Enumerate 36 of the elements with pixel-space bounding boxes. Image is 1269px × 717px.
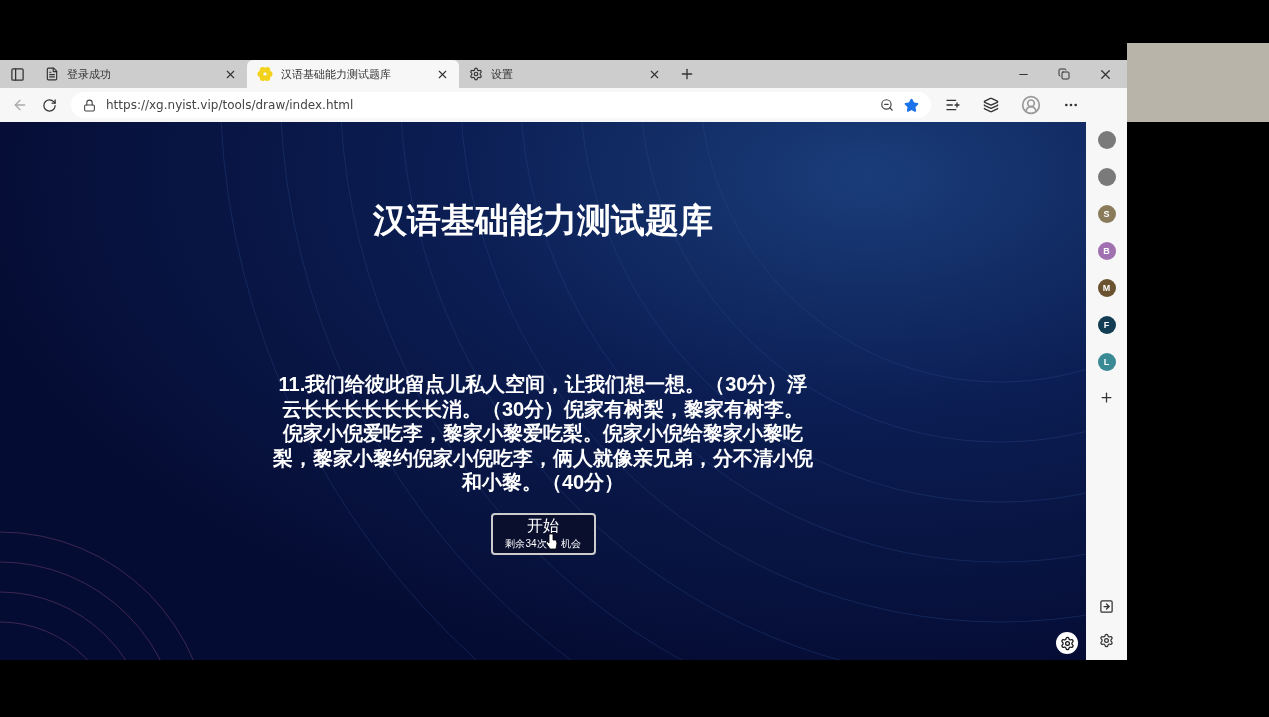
hand-cursor-icon bbox=[544, 532, 558, 550]
profile-icon[interactable] bbox=[1021, 95, 1041, 115]
sidebar-app-avatar[interactable]: B bbox=[1097, 242, 1116, 260]
settings-button[interactable] bbox=[1056, 632, 1078, 654]
settings-icon bbox=[469, 67, 483, 81]
zoom-out-icon[interactable] bbox=[880, 98, 894, 112]
page-title: 汉语基础能力测试题库 bbox=[373, 200, 713, 241]
url-text: https://xg.nyist.vip/tools/draw/index.html bbox=[106, 98, 355, 112]
restore-icon[interactable] bbox=[1058, 68, 1070, 80]
sidebar-app-avatar[interactable]: S bbox=[1097, 205, 1116, 223]
panel-icon[interactable] bbox=[1099, 599, 1114, 614]
sidebar-app-avatar[interactable]: L bbox=[1097, 353, 1116, 371]
favorite-star-icon[interactable] bbox=[904, 97, 919, 113]
browser-tab[interactable]: 汉语基础能力测试题库 bbox=[247, 60, 459, 88]
sidebar-app-avatar[interactable]: M bbox=[1097, 279, 1116, 297]
question-text: 11.我们给彼此留点儿私人空间，让我们想一想。（30分）浮云长长长长长长长消。（30分）倪家有树梨，黎家有树李。倪家小倪爱吃李，黎家小黎爱吃梨。倪家小倪给黎家小黎吃梨，黎家小黎约倪家小倪吃李，俩人就像亲兄弟，分不清小倪和小黎。（40分） bbox=[273, 372, 813, 495]
settings-icon[interactable] bbox=[1099, 633, 1114, 648]
lock-icon bbox=[83, 98, 96, 112]
flower-icon bbox=[257, 66, 273, 82]
page-icon bbox=[45, 67, 59, 81]
browser-tab[interactable]: 设置 bbox=[459, 60, 671, 88]
favorites-icon[interactable] bbox=[945, 97, 961, 113]
tab-title: 登录成功 bbox=[67, 66, 112, 82]
tab-actions-icon[interactable] bbox=[10, 66, 25, 82]
collections-icon[interactable] bbox=[983, 97, 999, 113]
start-button[interactable]: 开始 剩余34次 机会 bbox=[490, 512, 596, 555]
sidebar-app-avatar[interactable]: F bbox=[1097, 316, 1116, 334]
new-tab-icon[interactable] bbox=[679, 66, 695, 82]
add-icon[interactable] bbox=[1099, 390, 1114, 405]
sidebar-app-avatar[interactable] bbox=[1097, 168, 1116, 186]
tab-title: 设置 bbox=[491, 66, 514, 82]
refresh-icon[interactable] bbox=[42, 97, 57, 113]
address-bar[interactable]: https://xg.nyist.vip/tools/draw/index.html bbox=[71, 92, 931, 118]
sidebar-app-avatar[interactable] bbox=[1097, 131, 1116, 149]
browser-tab[interactable]: 登录成功 bbox=[35, 60, 247, 88]
tab-title: 汉语基础能力测试题库 bbox=[281, 66, 392, 82]
